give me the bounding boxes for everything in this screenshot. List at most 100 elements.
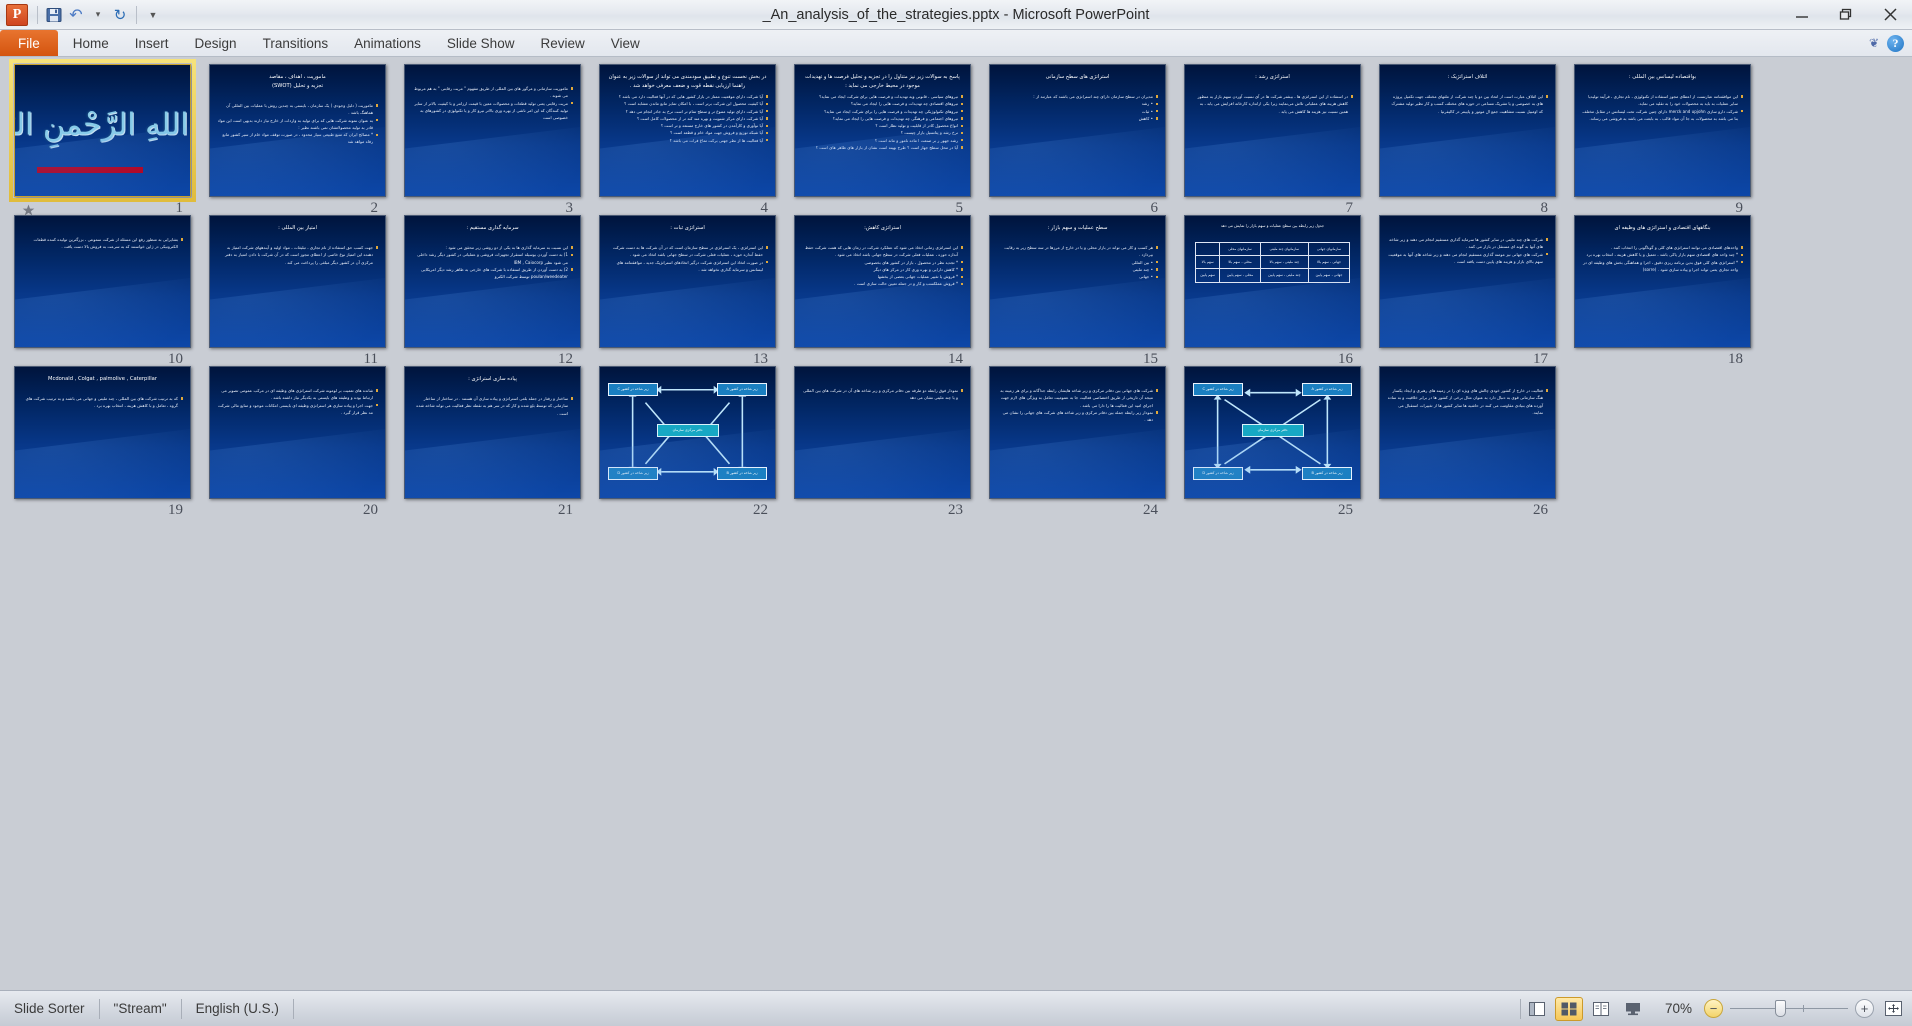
slide-thumb-wrapper[interactable]: پاسخ به سوالات زیر نیز متناول را در تجزی…: [794, 64, 971, 216]
slide-thumbnail-25[interactable]: زیر شاخه در کشور C زیر شاخه در کشور A دفتر…: [1176, 366, 1371, 518]
slide-thumb-wrapper[interactable]: شانده های تعمیت بر لومونه شرکت استراتژی …: [209, 366, 386, 518]
slide-thumb-wrapper[interactable]: نمودار فوق رابطه دو طرفه بین دفاتر مرکزی…: [794, 366, 971, 518]
slide-sorter-view-button[interactable]: [1554, 996, 1583, 1021]
slide-thumbnail-11[interactable]: امتیاز بین المللی : جهت کسب حق استفاده از…: [201, 215, 396, 367]
slide-thumbnail-12[interactable]: سرمایه گذاری مستقیم : این نسبت به سرمایه …: [396, 215, 591, 367]
slide-canvas[interactable]: بِسْمِ اللهِ الرَّحْمنِ الرَّحِيمِ: [14, 64, 191, 197]
slide-canvas[interactable]: شانده های تعمیت بر لومونه شرکت استراتژی …: [209, 366, 386, 499]
tab-review[interactable]: Review: [527, 30, 597, 56]
slide-thumbnail-26[interactable]: فعالیت در خارج از کشور خودی چالش های ویژ…: [1371, 366, 1566, 518]
normal-view-button[interactable]: [1523, 997, 1551, 1021]
slide-thumbnail-22[interactable]: زیر شاخه در کشور C زیر شاخه در کشور A دفتر…: [591, 366, 786, 518]
slide-thumb-wrapper[interactable]: زیر شاخه در کشور C زیر شاخه در کشور A دفتر…: [1184, 366, 1361, 518]
slide-canvas[interactable]: استراتژی رشد : در استفاده از این استراتژی…: [1184, 64, 1361, 197]
reading-view-button[interactable]: [1587, 997, 1615, 1021]
slide-thumbnail-19[interactable]: Mcdonald , Colgat , palmolive , Caterpil…: [6, 366, 201, 518]
slide-thumb-wrapper[interactable]: در بخش نخست تنوع و تطبیق سودمندی می توان…: [599, 64, 776, 216]
slide-thumbnail-20[interactable]: شانده های تعمیت بر لومونه شرکت استراتژی …: [201, 366, 396, 518]
slide-thumbnail-18[interactable]: بنگاههای اقتصادی و استراتژی های وظیفه ای…: [1566, 215, 1761, 367]
slide-thumb-wrapper[interactable]: امتیاز بین المللی : جهت کسب حق استفاده از…: [209, 215, 386, 367]
slide-canvas[interactable]: جدول زیر رابطه بین سطح عملیات و سهم بازا…: [1184, 215, 1361, 348]
slide-thumbnail-2[interactable]: ماموریت ، اهداف ، مقاصد تجزیه و تحلیل (SW…: [201, 64, 396, 216]
tab-view[interactable]: View: [598, 30, 653, 56]
slide-thumb-wrapper[interactable]: فعالیت در خارج از کشور خودی چالش های ویژ…: [1379, 366, 1556, 518]
save-icon[interactable]: [43, 4, 65, 26]
redo-icon[interactable]: ↻: [109, 4, 131, 26]
slide-thumb-wrapper[interactable]: استراتژی های سطح سازمانی مدیران در سطح سا…: [989, 64, 1166, 216]
zoom-out-button[interactable]: −: [1704, 999, 1723, 1018]
slide-thumbnail-14[interactable]: استراتژی کاهش: این استراتژی زمانی اتخاذ م…: [786, 215, 981, 367]
slide-canvas[interactable]: پاسخ به سوالات زیر نیز متناول را در تجزی…: [794, 64, 971, 197]
slide-canvas[interactable]: ماموریت ، اهداف ، مقاصد تجزیه و تحلیل (SW…: [209, 64, 386, 197]
slide-thumbnail-16[interactable]: جدول زیر رابطه بین سطح عملیات و سهم بازا…: [1176, 215, 1371, 367]
zoom-level[interactable]: 70%: [1649, 1001, 1704, 1016]
customize-qat-icon[interactable]: ▼: [142, 4, 164, 26]
slide-thumbnail-17[interactable]: شرکت های چند ملیتی در سایر کشور ها سرمای…: [1371, 215, 1566, 367]
slide-thumb-wrapper[interactable]: شرکت های جهانی بین دفاتر مرکزی و زیر شاخ…: [989, 366, 1166, 518]
slide-thumb-wrapper[interactable]: بِسْمِ اللهِ الرَّحْمنِ الرَّحِيمِ 1: [9, 59, 196, 216]
slide-canvas[interactable]: استراتژی های سطح سازمانی مدیران در سطح سا…: [989, 64, 1166, 197]
tab-transitions[interactable]: Transitions: [250, 30, 342, 56]
close-icon[interactable]: [1868, 2, 1912, 28]
slide-thumbnail-5[interactable]: پاسخ به سوالات زیر نیز متناول را در تجزی…: [786, 64, 981, 216]
slide-canvas[interactable]: فعالیت در خارج از کشور خودی چالش های ویژ…: [1379, 366, 1556, 499]
slide-thumbnail-7[interactable]: استراتژی رشد : در استفاده از این استراتژی…: [1176, 64, 1371, 216]
slide-thumb-wrapper[interactable]: شرکت های چند ملیتی در سایر کشور ها سرمای…: [1379, 215, 1556, 367]
slide-thumb-wrapper[interactable]: سطح عملیات و سهم بازار : هر کسب و کار می …: [989, 215, 1166, 367]
slide-canvas[interactable]: ائتلاف استراتژیک : این ائتلاف عبارت است ا…: [1379, 64, 1556, 197]
slide-canvas[interactable]: سرمایه گذاری مستقیم : این نسبت به سرمایه …: [404, 215, 581, 348]
undo-dropdown-icon[interactable]: ▾: [87, 4, 109, 26]
slide-canvas[interactable]: در بخش نخست تنوع و تطبیق سودمندی می توان…: [599, 64, 776, 197]
fit-slide-to-window-icon[interactable]: [1882, 998, 1904, 1020]
slide-thumb-wrapper[interactable]: استراتژی رشد : در استفاده از این استراتژی…: [1184, 64, 1361, 216]
slide-canvas[interactable]: بشایرایی به منظور رفع این مسئله از شرکت …: [14, 215, 191, 348]
slide-thumbnail-24[interactable]: شرکت های جهانی بین دفاتر مرکزی و زیر شاخ…: [981, 366, 1176, 518]
help-icon[interactable]: ?: [1887, 34, 1904, 52]
slide-thumbnail-15[interactable]: سطح عملیات و سهم بازار : هر کسب و کار می …: [981, 215, 1176, 367]
tab-home[interactable]: Home: [60, 30, 122, 56]
zoom-slider-handle[interactable]: [1774, 1000, 1786, 1017]
slide-thumbnail-4[interactable]: در بخش نخست تنوع و تطبیق سودمندی می توان…: [591, 64, 786, 216]
slide-thumbnail-10[interactable]: بشایرایی به منظور رفع این مسئله از شرکت …: [6, 215, 201, 367]
tab-file[interactable]: File: [0, 30, 58, 56]
slide-canvas[interactable]: زیر شاخه در کشور C زیر شاخه در کشور A دفتر…: [1184, 366, 1361, 499]
slide-thumbnail-3[interactable]: ماموریت سازمانی و مرگور های بین المللی ا…: [396, 64, 591, 216]
zoom-in-button[interactable]: +: [1855, 999, 1874, 1018]
minimize-icon[interactable]: [1780, 2, 1824, 28]
slide-canvas[interactable]: Mcdonald , Colgat , palmolive , Caterpil…: [14, 366, 191, 499]
tab-animations[interactable]: Animations: [341, 30, 434, 56]
slide-canvas[interactable]: ماموریت سازمانی و مرگور های بین المللی ا…: [404, 64, 581, 197]
slide-thumb-wrapper[interactable]: بشایرایی به منظور رفع این مسئله از شرکت …: [14, 215, 191, 367]
slide-canvas[interactable]: استراتژی کاهش: این استراتژی زمانی اتخاذ م…: [794, 215, 971, 348]
status-theme[interactable]: "Stream": [100, 998, 181, 1020]
slide-canvas[interactable]: سطح عملیات و سهم بازار : هر کسب و کار می …: [989, 215, 1166, 348]
slide-thumb-wrapper[interactable]: جدول زیر رابطه بین سطح عملیات و سهم بازا…: [1184, 215, 1361, 367]
slide-thumb-wrapper[interactable]: استراتژی کاهش: این استراتژی زمانی اتخاذ م…: [794, 215, 971, 367]
slide-thumb-wrapper[interactable]: پیاده سازی استراتژی : ساختار و رفتار در ج…: [404, 366, 581, 518]
slide-thumb-wrapper[interactable]: Mcdonald , Colgat , palmolive , Caterpil…: [14, 366, 191, 518]
slide-thumbnail-9[interactable]: بواقتصاده لیسانس بین المللی : این موافقتن…: [1566, 64, 1761, 216]
restore-icon[interactable]: [1824, 2, 1868, 28]
slide-canvas[interactable]: بنگاههای اقتصادی و استراتژی های وظیفه ای…: [1574, 215, 1751, 348]
undo-icon[interactable]: ↶: [65, 4, 87, 26]
zoom-slider[interactable]: [1730, 1000, 1848, 1017]
slide-canvas[interactable]: امتیاز بین المللی : جهت کسب حق استفاده از…: [209, 215, 386, 348]
slide-sorter-pane[interactable]: بِسْمِ اللهِ الرَّحْمنِ الرَّحِيمِ 1 مام…: [0, 58, 1912, 990]
slide-thumb-wrapper[interactable]: بواقتصاده لیسانس بین المللی : این موافقتن…: [1574, 64, 1751, 216]
slide-thumb-wrapper[interactable]: ماموریت سازمانی و مرگور های بین المللی ا…: [404, 64, 581, 216]
slide-thumb-wrapper[interactable]: سرمایه گذاری مستقیم : این نسبت به سرمایه …: [404, 215, 581, 367]
slide-canvas[interactable]: شرکت های چند ملیتی در سایر کشور ها سرمای…: [1379, 215, 1556, 348]
slide-thumbnail-1[interactable]: بِسْمِ اللهِ الرَّحْمنِ الرَّحِيمِ 1: [6, 59, 201, 216]
slide-canvas[interactable]: استراتژی ثبات : این استراتژی ، یک استراتژ…: [599, 215, 776, 348]
status-language[interactable]: English (U.S.): [182, 998, 293, 1020]
slide-thumb-wrapper[interactable]: استراتژی ثبات : این استراتژی ، یک استراتژ…: [599, 215, 776, 367]
collapse-ribbon-icon[interactable]: ❦: [1869, 36, 1879, 50]
slide-thumbnail-6[interactable]: استراتژی های سطح سازمانی مدیران در سطح سا…: [981, 64, 1176, 216]
slide-thumbnail-21[interactable]: پیاده سازی استراتژی : ساختار و رفتار در ج…: [396, 366, 591, 518]
slide-canvas[interactable]: نمودار فوق رابطه دو طرفه بین دفاتر مرکزی…: [794, 366, 971, 499]
slide-canvas[interactable]: پیاده سازی استراتژی : ساختار و رفتار در ج…: [404, 366, 581, 499]
slide-thumbnail-13[interactable]: استراتژی ثبات : این استراتژی ، یک استراتژ…: [591, 215, 786, 367]
slide-canvas[interactable]: زیر شاخه در کشور C زیر شاخه در کشور A دفتر…: [599, 366, 776, 499]
slide-thumb-wrapper[interactable]: بنگاههای اقتصادی و استراتژی های وظیفه ای…: [1574, 215, 1751, 367]
tab-slide-show[interactable]: Slide Show: [434, 30, 528, 56]
